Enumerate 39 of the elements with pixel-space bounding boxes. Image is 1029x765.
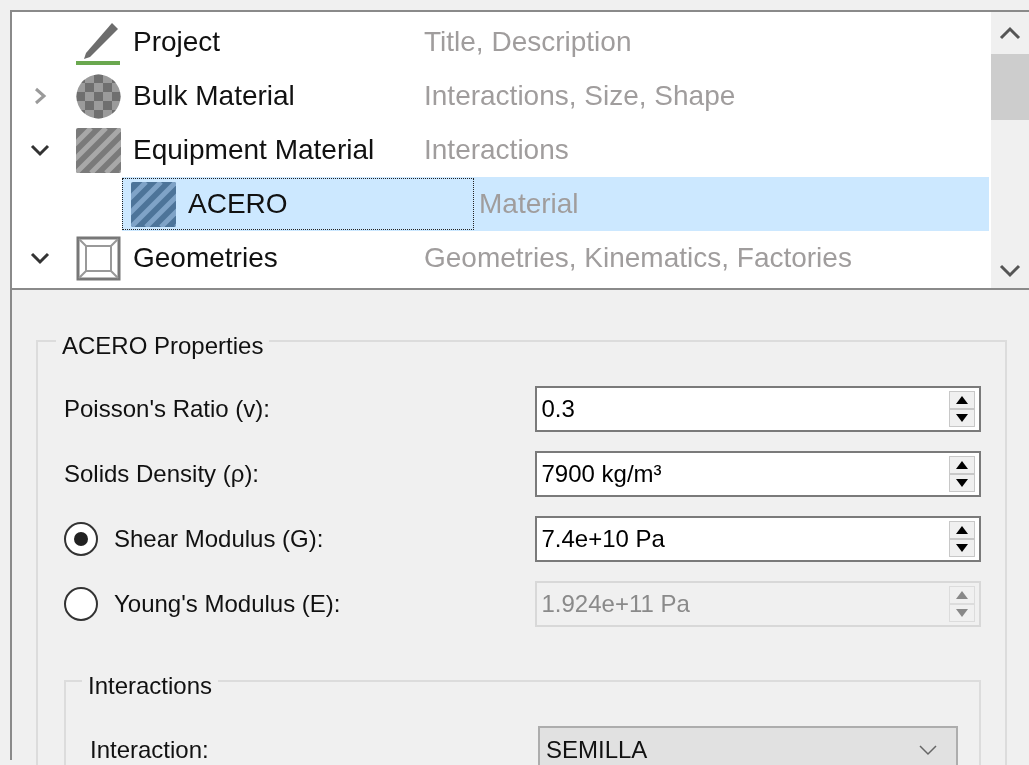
spin-down-icon[interactable] — [949, 408, 975, 427]
tree-item-label: Project — [133, 26, 221, 58]
tree-item-label: Equipment Material — [133, 134, 375, 166]
chevron-down-icon — [918, 744, 938, 756]
tree-item-label: ACERO — [188, 188, 288, 220]
tree-item-description: Interactions — [423, 134, 569, 166]
tree-item[interactable]: Equipment Material Interactions — [67, 123, 989, 177]
field-label: Interaction: — [90, 736, 210, 764]
tree-item-label: Geometries — [133, 242, 278, 274]
spin-down-icon[interactable] — [949, 473, 975, 492]
spin-up-icon[interactable] — [949, 390, 975, 409]
tree-item[interactable]: Bulk Material Interactions, Size, Shape — [67, 69, 989, 123]
spin-box[interactable]: 7.4e+10 Pa — [535, 515, 981, 562]
field-label: Young's Modulus (E): — [114, 589, 341, 618]
field-label: Shear Modulus (G): — [114, 524, 324, 553]
spin-box[interactable]: 7900 kg/m³ — [535, 450, 981, 497]
scrollbar-thumb[interactable] — [991, 54, 1029, 120]
tree-item-description: Geometries, Kinematics, Factories — [423, 242, 852, 274]
field-label: Solids Density (ρ): — [64, 459, 260, 488]
tree-item-description: Title, Description — [423, 26, 632, 58]
interaction-dropdown[interactable]: SEMILLA — [538, 726, 958, 765]
field-label: Poisson's Ratio (v): — [64, 394, 270, 423]
scrollbar[interactable] — [991, 12, 1029, 288]
spin-down-icon[interactable] — [949, 538, 975, 557]
hatched-square-icon — [131, 181, 176, 227]
tree-item-description: Material — [478, 188, 579, 220]
spin-up-icon[interactable] — [949, 455, 975, 474]
tree-item[interactable]: Geometries Geometries, Kinematics, Factories — [67, 231, 989, 285]
scroll-up-icon[interactable] — [999, 26, 1021, 40]
spin-box[interactable]: 0.3 — [535, 385, 981, 432]
hatched-square-icon — [76, 127, 121, 173]
radio-button[interactable] — [64, 521, 98, 556]
frame-icon — [76, 235, 121, 281]
tree-item[interactable]: Project Title, Description — [67, 15, 989, 69]
tree-item-description: Interactions, Size, Shape — [423, 80, 736, 112]
tree-item[interactable]: ACERO Material — [122, 177, 989, 231]
scroll-down-icon[interactable] — [999, 264, 1021, 278]
spin-up-icon[interactable] — [949, 520, 975, 539]
tree-item-label: Bulk Material — [133, 80, 295, 112]
